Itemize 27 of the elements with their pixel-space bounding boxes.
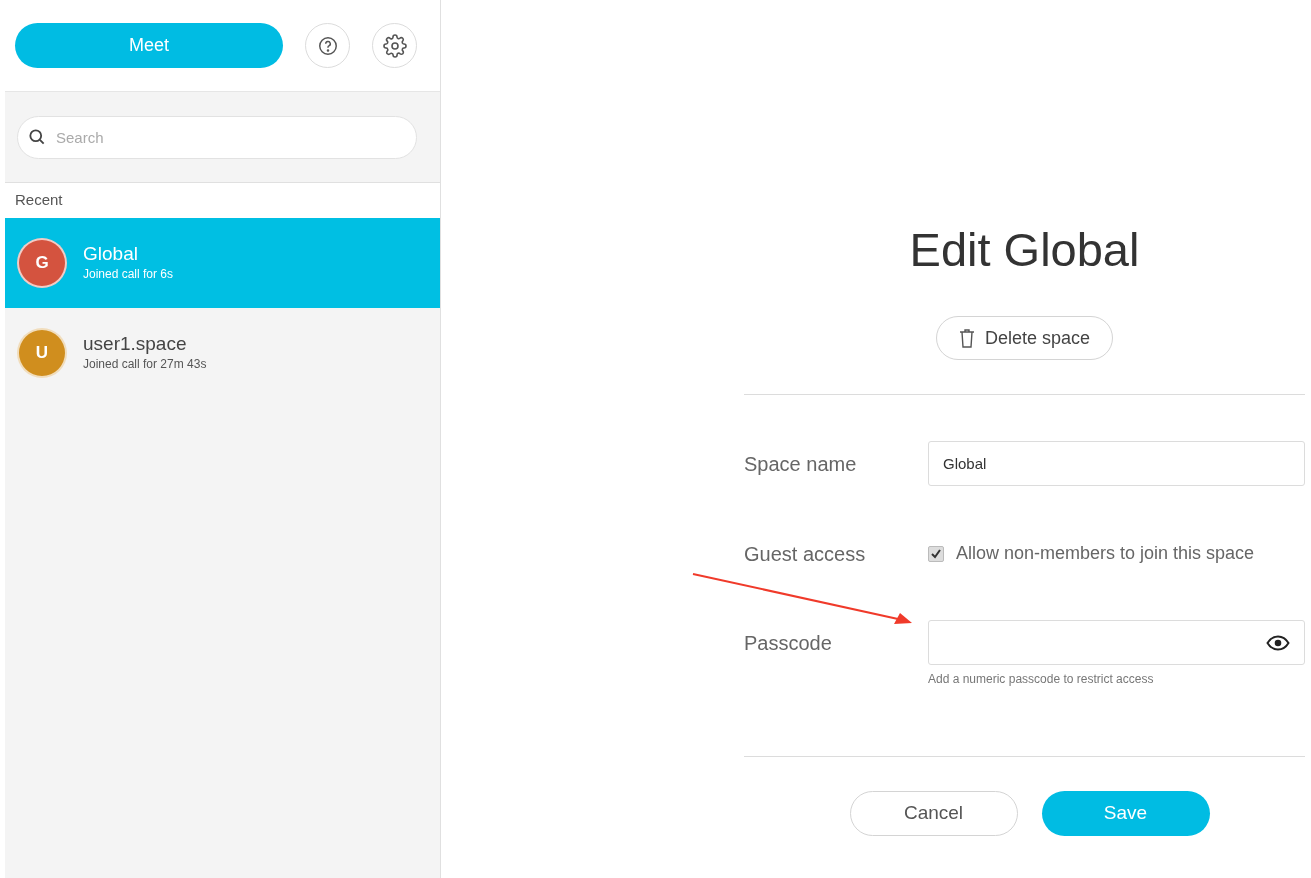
avatar: U bbox=[17, 328, 67, 378]
section-label: Recent bbox=[15, 190, 63, 211]
space-status: Joined call for 6s bbox=[83, 266, 174, 283]
avatar: G bbox=[17, 238, 67, 288]
space-list-item[interactable]: G Global Joined call for 6s bbox=[5, 218, 440, 308]
search-icon bbox=[27, 126, 47, 147]
passcode-field[interactable] bbox=[928, 620, 1305, 665]
dialog-title: Edit Global bbox=[908, 222, 1141, 278]
field-label: Guest access bbox=[744, 541, 867, 567]
eye-icon bbox=[1266, 634, 1290, 651]
space-name-field[interactable]: Global bbox=[928, 441, 1305, 486]
help-button[interactable] bbox=[305, 23, 350, 68]
cancel-button[interactable]: Cancel bbox=[849, 791, 1018, 836]
settings-button[interactable] bbox=[372, 23, 417, 68]
space-name: Global bbox=[83, 243, 139, 265]
checkbox-label: Allow non-members to join this space bbox=[956, 542, 1255, 565]
space-name: user1.space bbox=[83, 333, 188, 355]
help-icon bbox=[316, 34, 339, 57]
passcode-hint: Add a numeric passcode to restrict access bbox=[928, 671, 1155, 688]
check-icon bbox=[930, 547, 942, 560]
field-label: Passcode bbox=[744, 630, 833, 656]
settings-icon bbox=[382, 33, 407, 58]
trash-icon bbox=[958, 328, 975, 348]
space-status: Joined call for 27m 43s bbox=[83, 356, 207, 373]
guest-access-checkbox[interactable] bbox=[928, 545, 944, 562]
field-label: Space name bbox=[744, 451, 858, 477]
search-field[interactable]: Search bbox=[17, 115, 417, 159]
